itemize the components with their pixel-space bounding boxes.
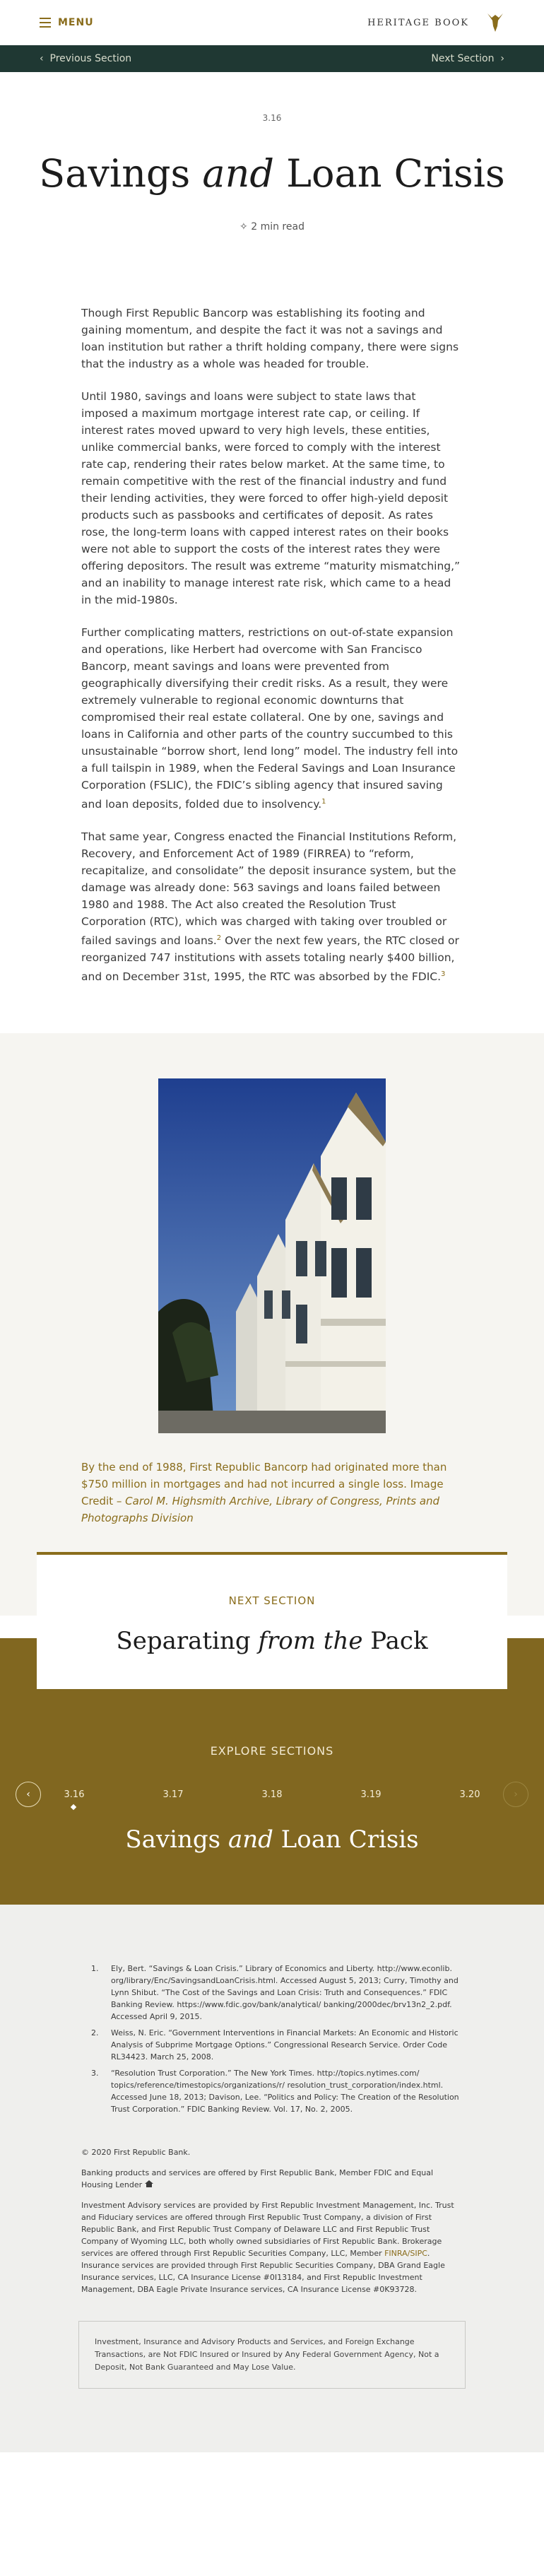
reference-item: 1. Ely, Bert. “Savings & Loan Crisis.” Li…: [91, 1964, 459, 2022]
article-body: Though First Republic Bancorp was establ…: [81, 305, 463, 985]
read-time-label: 2 min read: [251, 221, 304, 233]
reference-item: 2. Weiss, N. Eric. “Government Interventi…: [91, 2028, 459, 2062]
explore-title-emphasis: and: [227, 1825, 273, 1854]
explore-title-part-2: Loan Crisis: [273, 1825, 419, 1854]
paragraph: Though First Republic Bancorp was establ…: [81, 307, 459, 370]
footnote-mark[interactable]: 1: [321, 798, 326, 806]
image-section: By the end of 1988, First Republic Banco…: [0, 1033, 544, 1616]
next-section-label: NEXT SECTION: [228, 1594, 316, 1608]
paragraph-text: That same year, Congress enacted the Fin…: [81, 830, 457, 948]
title-part-1: Savings: [39, 151, 203, 196]
previous-section-link[interactable]: ‹ Previous Section: [40, 53, 131, 64]
copyright: © 2020 First Republic Bank.: [81, 2148, 191, 2158]
image-caption: By the end of 1988, First Republic Banco…: [81, 1459, 463, 1527]
image-credit: Carol M. Highsmith Archive, Library of C…: [81, 1495, 440, 1525]
section-numbers: 3.16 3.17 3.18 3.19 3.20: [60, 1789, 484, 1800]
next-title-part-1: Separating: [116, 1627, 259, 1656]
sparkle-icon: ✧: [240, 221, 248, 233]
references-list: 1. Ely, Bert. “Savings & Loan Crisis.” Li…: [81, 1963, 463, 2115]
finra-sipc-link[interactable]: FINRA/SIPC: [384, 2249, 427, 2258]
hamburger-icon: [40, 18, 51, 28]
chevron-left-icon: ‹: [26, 1789, 30, 1801]
paragraph-text: Further complicating matters, restrictio…: [81, 626, 459, 811]
section-nav: ‹ Previous Section Next Section ›: [0, 45, 544, 72]
footnote-mark[interactable]: 3: [441, 970, 445, 978]
paragraph: Until 1980, savings and loans were subje…: [81, 390, 461, 606]
section-item-3-17[interactable]: 3.17: [159, 1789, 187, 1800]
reference-text: Weiss, N. Eric. “Government Intervention…: [111, 2028, 459, 2062]
next-section-title: Separating from the Pack: [37, 1627, 507, 1655]
carousel-next-button[interactable]: ›: [503, 1782, 528, 1808]
read-time: ✧ 2 min read: [0, 221, 544, 233]
section-number: 3.16: [262, 113, 282, 123]
page-footer: 1. Ely, Bert. “Savings & Loan Crisis.” Li…: [0, 1905, 544, 2453]
menu-button[interactable]: MENU: [40, 17, 94, 28]
section-carousel: ‹ 3.16 3.17 3.18 3.19 3.20 ›: [0, 1782, 544, 1808]
reference-text: Ely, Bert. “Savings & Loan Crisis.” Libr…: [111, 1964, 459, 2022]
section-item-3-18[interactable]: 3.18: [258, 1789, 286, 1800]
chevron-right-icon: ›: [514, 1789, 518, 1801]
banking-notice: Banking products and services are offere…: [81, 2167, 463, 2191]
page-title: Savings and Loan Crisis: [0, 151, 544, 196]
brand[interactable]: HERITAGE BOOK: [367, 12, 504, 33]
carousel-prev-button[interactable]: ‹: [16, 1782, 41, 1808]
explore-label: EXPLORE SECTIONS: [210, 1744, 334, 1758]
next-section-link[interactable]: Next Section ›: [431, 53, 504, 64]
eagle-logo-icon: [487, 13, 503, 32]
brand-name: HERITAGE BOOK: [367, 17, 469, 28]
paragraph: That same year, Congress enacted the Fin…: [81, 828, 463, 985]
equal-housing-lender-icon: [144, 2180, 153, 2188]
title-part-2: Loan Crisis: [273, 151, 505, 196]
victorian-houses-photo: [158, 1078, 386, 1434]
previous-section-label: Previous Section: [49, 53, 132, 64]
chevron-right-icon: ›: [500, 53, 504, 64]
footer-content: 1. Ely, Bert. “Savings & Loan Crisis.” Li…: [81, 1963, 463, 2295]
explore-active-title[interactable]: Savings and Loan Crisis: [0, 1825, 544, 1854]
title-emphasis: and: [202, 151, 274, 196]
menu-label: MENU: [58, 17, 94, 28]
paragraph: Further complicating matters, restrictio…: [81, 624, 463, 813]
next-section-card[interactable]: NEXT SECTION Separating from the Pack: [37, 1552, 507, 1690]
reference-text: “Resolution Trust Corporation.” The New …: [111, 2069, 459, 2115]
banking-text: Banking products and services are offere…: [81, 2168, 434, 2190]
reference-item: 3. “Resolution Trust Corporation.” The Ne…: [91, 2069, 459, 2115]
section-item-3-19[interactable]: 3.19: [357, 1789, 385, 1800]
chevron-left-icon: ‹: [40, 53, 44, 64]
disclaimer-box: Investment, Insurance and Advisory Produ…: [78, 2321, 466, 2389]
section-item-3-20[interactable]: 3.20: [456, 1789, 484, 1800]
explore-title-part-1: Savings: [125, 1825, 228, 1854]
next-section-label: Next Section: [431, 53, 495, 64]
section-item-3-16[interactable]: 3.16: [60, 1789, 88, 1800]
next-title-part-2: Pack: [362, 1627, 428, 1656]
investment-notice: Investment Advisory services are provide…: [81, 2199, 463, 2295]
next-title-emphasis: from the: [258, 1627, 363, 1656]
site-header: MENU HERITAGE BOOK: [0, 0, 544, 45]
